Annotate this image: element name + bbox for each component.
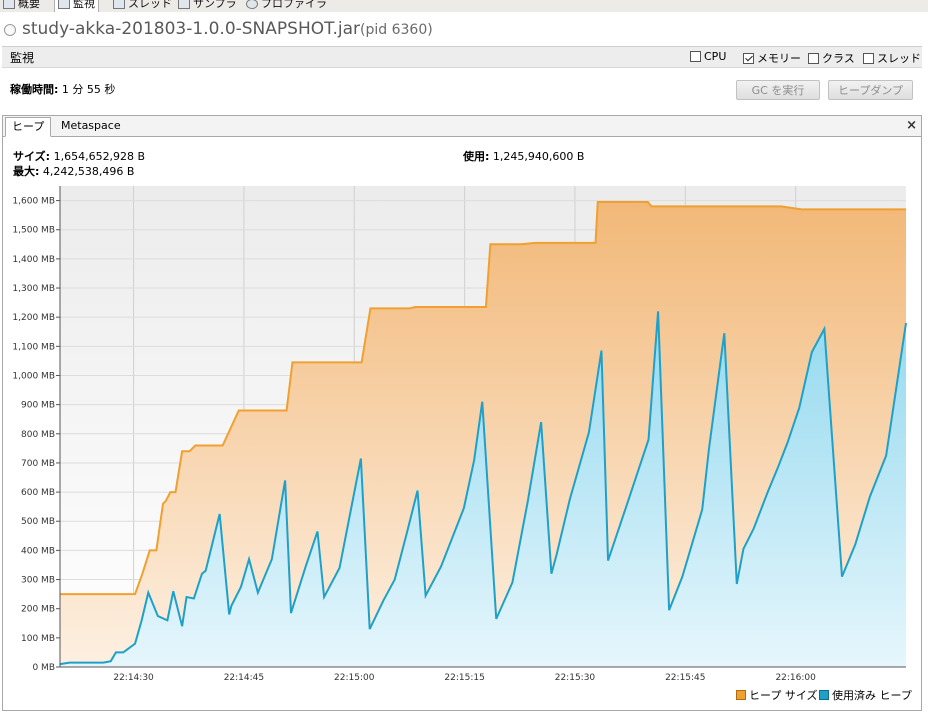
- heap-size-value: 1,654,652,928 B: [53, 150, 146, 163]
- heap-size-info: サイズ: 1,654,652,928 B: [13, 148, 145, 164]
- threads-checkbox[interactable]: スレッド: [863, 50, 921, 66]
- heap-max-info: 最大: 4,242,538,496 B: [13, 163, 134, 179]
- application-name: study-akka-201803-1.0.0-SNAPSHOT.jar: [22, 19, 361, 39]
- x-tick-label: 22:14:45: [224, 673, 264, 683]
- classes-checkbox-label: クラス: [822, 52, 855, 65]
- legend-heap-size: ヒープ サイズ: [736, 687, 818, 703]
- perform-gc-button[interactable]: GC を実行: [736, 80, 820, 100]
- threads-icon: [113, 0, 125, 9]
- y-tick-label: 1,600 MB: [12, 197, 55, 207]
- heap-used-label: 使用:: [463, 150, 490, 163]
- heap-max-label: 最大:: [13, 165, 40, 178]
- y-tick-label: 500 MB: [21, 517, 55, 527]
- monitor-icon: [58, 0, 70, 9]
- overview-icon: [3, 0, 15, 9]
- y-tick-label: 0 MB: [32, 663, 55, 673]
- profiler-icon: [246, 0, 258, 9]
- y-tick-label: 1,200 MB: [12, 313, 55, 323]
- heap-used-info: 使用: 1,245,940,600 B: [463, 148, 584, 164]
- tab-heap[interactable]: ヒープ: [5, 117, 52, 137]
- tab-threads-label: スレッド: [128, 0, 172, 10]
- heap-used-value: 1,245,940,600 B: [492, 150, 585, 163]
- cpu-checkbox-box[interactable]: [690, 51, 701, 62]
- y-tick-label: 300 MB: [21, 576, 55, 586]
- x-tick-label: 22:16:00: [775, 673, 816, 683]
- tab-monitor-label: 監視: [73, 0, 95, 10]
- y-tick-label: 1,400 MB: [12, 255, 55, 265]
- y-tick-label: 400 MB: [21, 546, 55, 556]
- threads-checkbox-box[interactable]: [863, 52, 874, 64]
- monitor-header-label: 監視: [10, 51, 35, 65]
- y-tick-label: 800 MB: [21, 430, 55, 440]
- cpu-checkbox[interactable]: CPU: [690, 50, 726, 63]
- memory-checkbox[interactable]: メモリー: [743, 50, 801, 66]
- tab-sampler-label: サンプラ: [193, 0, 237, 10]
- classes-checkbox[interactable]: クラス: [808, 50, 855, 66]
- tab-overview[interactable]: 概要: [3, 0, 40, 12]
- monitor-header: 監視 CPU メモリー クラス スレッド: [2, 46, 922, 68]
- sampler-icon: [178, 0, 190, 9]
- tab-metaspace[interactable]: Metaspace: [55, 117, 127, 135]
- tab-threads[interactable]: スレッド: [113, 0, 172, 12]
- legend-used-heap: 使用済み ヒープ: [819, 687, 912, 703]
- classes-checkbox-box[interactable]: [808, 52, 819, 64]
- x-tick-label: 22:15:45: [665, 673, 705, 683]
- close-icon[interactable]: ×: [906, 118, 917, 133]
- uptime: 稼働時間: 1 分 55 秒: [10, 81, 115, 97]
- y-tick-label: 100 MB: [21, 634, 55, 644]
- y-tick-label: 700 MB: [21, 459, 55, 469]
- memory-checkbox-label: メモリー: [757, 52, 801, 65]
- heap-max-value: 4,242,538,496 B: [42, 165, 135, 178]
- application-status-icon: [4, 24, 16, 36]
- uptime-label: 稼働時間:: [10, 83, 59, 96]
- tab-profiler[interactable]: プロファイラ: [246, 0, 327, 12]
- application-pid: (pid 6360): [360, 22, 433, 38]
- tab-overview-label: 概要: [18, 0, 40, 10]
- memory-panel-tabs: ヒープ Metaspace ×: [3, 116, 921, 137]
- y-tick-label: 900 MB: [21, 401, 55, 411]
- y-tick-label: 1,300 MB: [12, 284, 55, 294]
- x-tick-label: 22:15:00: [334, 673, 375, 683]
- application-title-row: study-akka-201803-1.0.0-SNAPSHOT.jar(pid…: [0, 14, 928, 48]
- y-tick-label: 200 MB: [21, 605, 55, 615]
- tab-profiler-label: プロファイラ: [261, 0, 327, 10]
- x-tick-label: 22:15:15: [444, 673, 484, 683]
- legend-heap-size-label: ヒープ サイズ: [749, 689, 818, 702]
- heap-dump-button[interactable]: ヒープダンプ: [828, 80, 913, 100]
- memory-checkbox-box[interactable]: [743, 52, 754, 64]
- heap-memory-chart: 22:14:30 22:14:45 22:15:00 22:15:15 22:15:30…: [12, 186, 907, 683]
- y-tick-label: 1,100 MB: [12, 342, 55, 352]
- y-tick-label: 1,000 MB: [12, 371, 55, 381]
- legend-heap-size-swatch: [736, 690, 746, 700]
- x-tick-label: 22:14:30: [113, 673, 154, 683]
- application-title: study-akka-201803-1.0.0-SNAPSHOT.jar(pid…: [22, 19, 433, 39]
- legend-used-heap-label: 使用済み ヒープ: [832, 689, 912, 702]
- uptime-value: 1 分 55 秒: [61, 83, 116, 96]
- view-tab-strip: 概要 監視 スレッド サンプラ プロファイラ: [0, 0, 928, 12]
- tab-sampler[interactable]: サンプラ: [178, 0, 237, 12]
- cpu-checkbox-label: CPU: [704, 50, 727, 63]
- x-tick-label: 22:15:30: [555, 673, 596, 683]
- heap-size-label: サイズ:: [13, 150, 51, 163]
- y-tick-label: 600 MB: [21, 488, 55, 498]
- y-tick-label: 1,500 MB: [12, 226, 55, 236]
- legend-used-heap-swatch: [819, 690, 829, 700]
- threads-checkbox-label: スレッド: [877, 52, 921, 65]
- tab-monitor[interactable]: 監視: [54, 0, 99, 12]
